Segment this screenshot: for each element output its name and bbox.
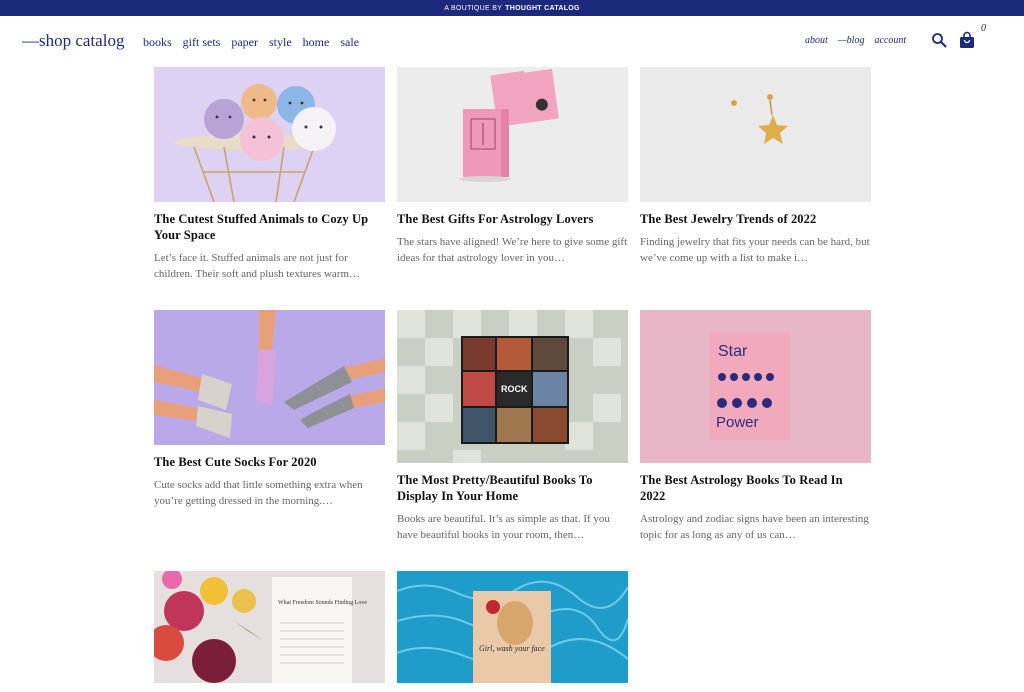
post-excerpt: The stars have aligned! We’re here to gi… <box>397 236 628 264</box>
post-title[interactable]: The Best Astrology Books To Read In 2022 <box>640 472 871 504</box>
book-cover-word-2: Power <box>716 414 759 431</box>
site-logo[interactable]: —shop catalog <box>22 31 124 51</box>
astrology-cards-photo <box>397 67 628 202</box>
book-cover-title: ROCK <box>501 384 528 394</box>
post-card: Girl, wash your face <box>397 571 628 692</box>
pool-book-photo: Girl, wash your face <box>397 571 628 683</box>
post-card: The Best Cute Socks For 2020 Cute socks … <box>154 310 385 509</box>
post-image[interactable]: Star Power <box>640 310 871 463</box>
open-book-heading: What Freedom Sounds Finding Love <box>278 600 367 606</box>
nav-item-account[interactable]: account <box>874 35 906 46</box>
post-image[interactable] <box>640 67 871 202</box>
main-nav: books gift sets paper style home sale <box>143 35 359 50</box>
book-cover-word-1: Star <box>718 343 748 360</box>
jewelry-photo <box>640 67 871 202</box>
post-image[interactable] <box>397 67 628 202</box>
post-card: The Cutest Stuffed Animals to Cozy Up Yo… <box>154 67 385 282</box>
post-image[interactable]: ROCK <box>397 310 628 463</box>
post-excerpt: Cute socks add that little something ext… <box>154 479 363 507</box>
post-excerpt: Astrology and zodiac signs have been an … <box>640 513 869 541</box>
nav-item-style[interactable]: style <box>269 35 292 50</box>
flowers-book-photo: What Freedom Sounds Finding Love <box>154 571 385 683</box>
post-title[interactable]: The Best Gifts For Astrology Lovers <box>397 211 628 227</box>
post-card: ROCK The Most Pretty/Beautiful Books To … <box>397 310 628 543</box>
post-title[interactable]: The Best Jewelry Trends of 2022 <box>640 211 871 227</box>
nav-item-books[interactable]: books <box>143 35 172 50</box>
socks-photo <box>154 310 385 445</box>
post-card: The Best Gifts For Astrology Lovers The … <box>397 67 628 266</box>
banner-brand[interactable]: THOUGHT CATALOG <box>505 5 580 12</box>
cart-count: 0 <box>981 23 986 34</box>
nav-item-gift-sets[interactable]: gift sets <box>183 35 221 50</box>
post-title[interactable]: The Cutest Stuffed Animals to Cozy Up Yo… <box>154 211 385 243</box>
book-cover-title: Girl, wash your face <box>479 644 545 653</box>
post-image[interactable] <box>154 310 385 445</box>
shopping-bag-icon[interactable] <box>958 31 976 49</box>
nav-item-blog[interactable]: —blog <box>838 35 865 46</box>
stuffed-animals-photo <box>154 67 385 202</box>
post-image[interactable]: What Freedom Sounds Finding Love <box>154 571 385 683</box>
nav-item-home[interactable]: home <box>303 35 330 50</box>
site-header: —shop catalog books gift sets paper styl… <box>0 16 1024 66</box>
secondary-nav: about —blog account <box>805 35 906 46</box>
search-icon[interactable] <box>931 32 947 48</box>
post-image[interactable] <box>154 67 385 202</box>
post-card: What Freedom Sounds Finding Love <box>154 571 385 692</box>
post-card: The Best Jewelry Trends of 2022 Finding … <box>640 67 871 266</box>
post-excerpt: Finding jewelry that fits your needs can… <box>640 236 870 264</box>
post-card: Star Power The Best Astrology Books To R… <box>640 310 871 543</box>
nav-item-about[interactable]: about <box>805 35 828 46</box>
post-title[interactable]: The Best Cute Socks For 2020 <box>154 454 385 470</box>
post-image[interactable]: Girl, wash your face <box>397 571 628 683</box>
post-excerpt: Let’s face it. Stuffed animals are not j… <box>154 252 360 280</box>
star-power-book-photo: Star Power <box>640 310 871 463</box>
nav-item-paper[interactable]: paper <box>231 35 258 50</box>
post-title[interactable]: The Most Pretty/Beautiful Books To Displ… <box>397 472 628 504</box>
banner-prefix: A BOUTIQUE BY <box>444 4 503 12</box>
post-excerpt: Books are beautiful. It’s as simple as t… <box>397 513 610 541</box>
nav-item-sale[interactable]: sale <box>340 35 359 50</box>
rock-book-photo: ROCK <box>397 310 628 463</box>
top-banner: A BOUTIQUE BY THOUGHT CATALOG <box>0 0 1024 16</box>
